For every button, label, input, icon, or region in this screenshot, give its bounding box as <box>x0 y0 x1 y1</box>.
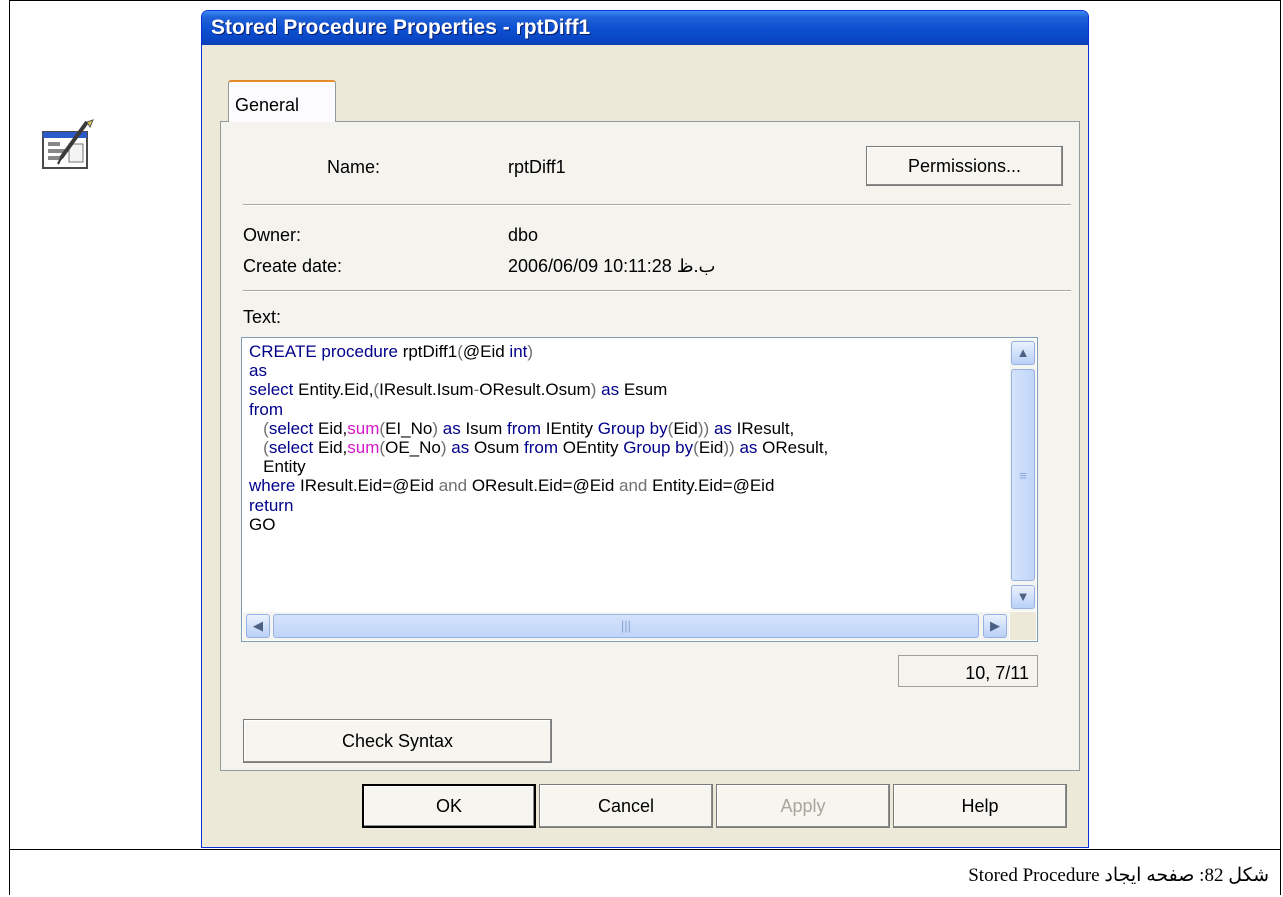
code-token: where <box>249 476 296 496</box>
create-date-label: Create date: <box>243 256 343 276</box>
scrollbar-corner <box>1010 612 1036 640</box>
code-line: select Entity.Eid,(IResult.Isum-OResult.… <box>249 380 828 399</box>
code-token: Entity.Eid=@Eid <box>647 476 775 496</box>
code-token: GO <box>249 514 276 534</box>
permissions-button[interactable]: Permissions... <box>866 146 1063 186</box>
arrow-left-icon[interactable]: ◀ <box>246 614 270 638</box>
stored-procedure-icon <box>42 119 94 169</box>
code-token: Esum <box>619 380 668 400</box>
code-token: OE_No <box>385 438 441 458</box>
vertical-scroll-thumb[interactable]: ≡ <box>1011 369 1035 581</box>
code-token: return <box>249 495 294 515</box>
code-token: and <box>438 476 468 496</box>
code-token: select <box>268 418 314 438</box>
code-token: CREATE procedure <box>249 342 398 361</box>
code-line: (select Eid,sum(OE_No) as Osum from OEnt… <box>249 438 828 457</box>
code-token: as <box>601 380 620 400</box>
code-token: EI_No <box>385 418 433 438</box>
code-token: Entity <box>249 457 306 477</box>
code-line: CREATE procedure rptDiff1(@Eid int) <box>249 342 828 361</box>
cancel-button[interactable]: Cancel <box>539 784 713 828</box>
code-token: sum <box>347 418 380 438</box>
document-table-top-border <box>9 0 1281 1</box>
code-token: select <box>268 438 314 458</box>
code-token: IResult.Isum <box>379 380 474 400</box>
code-token: ) <box>527 342 534 361</box>
code-token: OResult, <box>757 438 829 458</box>
text-label: Text: <box>243 307 282 327</box>
help-button[interactable]: Help <box>893 784 1067 828</box>
code-token: OResult.Eid=@Eid <box>467 476 619 496</box>
create-date-value: 2006/06/09 10:11:28 ب.ظ <box>508 256 716 276</box>
arrow-up-icon[interactable]: ▲ <box>1011 341 1035 365</box>
code-line: from <box>249 400 828 419</box>
procedure-text-editor[interactable]: CREATE procedure rptDiff1(@Eid int) as sel… <box>241 337 1038 642</box>
code-token: Osum <box>469 438 525 458</box>
tab-general[interactable]: General <box>228 80 336 122</box>
owner-label: Owner: <box>243 225 302 245</box>
code-token: select <box>249 380 294 400</box>
tab-general-label: General <box>235 95 300 115</box>
code-line: GO <box>249 515 828 534</box>
separator <box>243 290 1071 292</box>
code-token: @Eid <box>462 342 510 361</box>
code-line: where IResult.Eid=@Eid and OResult.Eid=@… <box>249 476 828 495</box>
code-line: (select Eid,sum(EI_No) as Isum from IEnt… <box>249 419 828 438</box>
vertical-scrollbar[interactable]: ▲ ≡ ▼ <box>1010 339 1036 611</box>
code-token: sum <box>347 438 380 458</box>
code-token: and <box>619 476 648 496</box>
code-token: from <box>507 418 542 438</box>
code-token: as <box>739 438 758 458</box>
code-token: IResult.Eid=@Eid <box>295 476 439 496</box>
arrow-down-icon[interactable]: ▼ <box>1011 585 1035 609</box>
code-token: int <box>509 342 528 361</box>
code-token: IEntity <box>541 418 598 438</box>
code-line: as <box>249 361 828 380</box>
window-title: Stored Procedure Properties - rptDiff1 <box>211 16 591 39</box>
code-token: )) <box>723 438 735 458</box>
code-token: Eid <box>673 418 698 438</box>
code-token: Entity.Eid, <box>293 380 374 400</box>
code-token: OEntity <box>558 438 624 458</box>
document-table-row-divider <box>9 849 1281 850</box>
code-token: Group by <box>597 418 668 438</box>
name-value: rptDiff1 <box>508 157 566 177</box>
code-token: IResult, <box>731 418 795 438</box>
code-line: return <box>249 496 828 515</box>
name-label: Name: <box>327 157 381 177</box>
horizontal-scroll-thumb[interactable]: ||| <box>273 614 979 638</box>
code-token: OResult.Osum <box>479 380 591 400</box>
code-token: as <box>442 418 461 438</box>
check-syntax-button[interactable]: Check Syntax <box>243 719 552 763</box>
code-token: as <box>451 438 470 458</box>
code-line: Entity <box>249 457 828 476</box>
title-bar[interactable]: Stored Procedure Properties - rptDiff1 <box>202 11 1088 45</box>
code-token: as <box>249 361 267 381</box>
code-token: Eid <box>698 438 724 458</box>
horizontal-scrollbar[interactable]: ◀ ||| ▶ <box>243 612 1009 640</box>
code-token: Isum <box>460 418 508 438</box>
code-token: rptDiff1 <box>397 342 458 361</box>
procedure-code[interactable]: CREATE procedure rptDiff1(@Eid int) as sel… <box>249 342 828 534</box>
code-token: Eid, <box>313 438 348 458</box>
code-token: from <box>524 438 559 458</box>
figure-caption: شکل 82: صفحه ایجاد Stored Procedure <box>968 865 1269 886</box>
code-token: from <box>249 399 283 419</box>
ok-button[interactable]: OK <box>362 784 536 828</box>
cursor-position-indicator: 10, 7/11 <box>898 655 1038 687</box>
code-token: Eid, <box>313 418 348 438</box>
code-token: Group by <box>623 438 694 458</box>
separator <box>243 204 1071 206</box>
arrow-right-icon[interactable]: ▶ <box>983 614 1007 638</box>
code-token: as <box>713 418 732 438</box>
code-token: )) <box>697 418 710 438</box>
apply-button[interactable]: Apply <box>716 784 890 828</box>
owner-value: dbo <box>508 225 539 245</box>
